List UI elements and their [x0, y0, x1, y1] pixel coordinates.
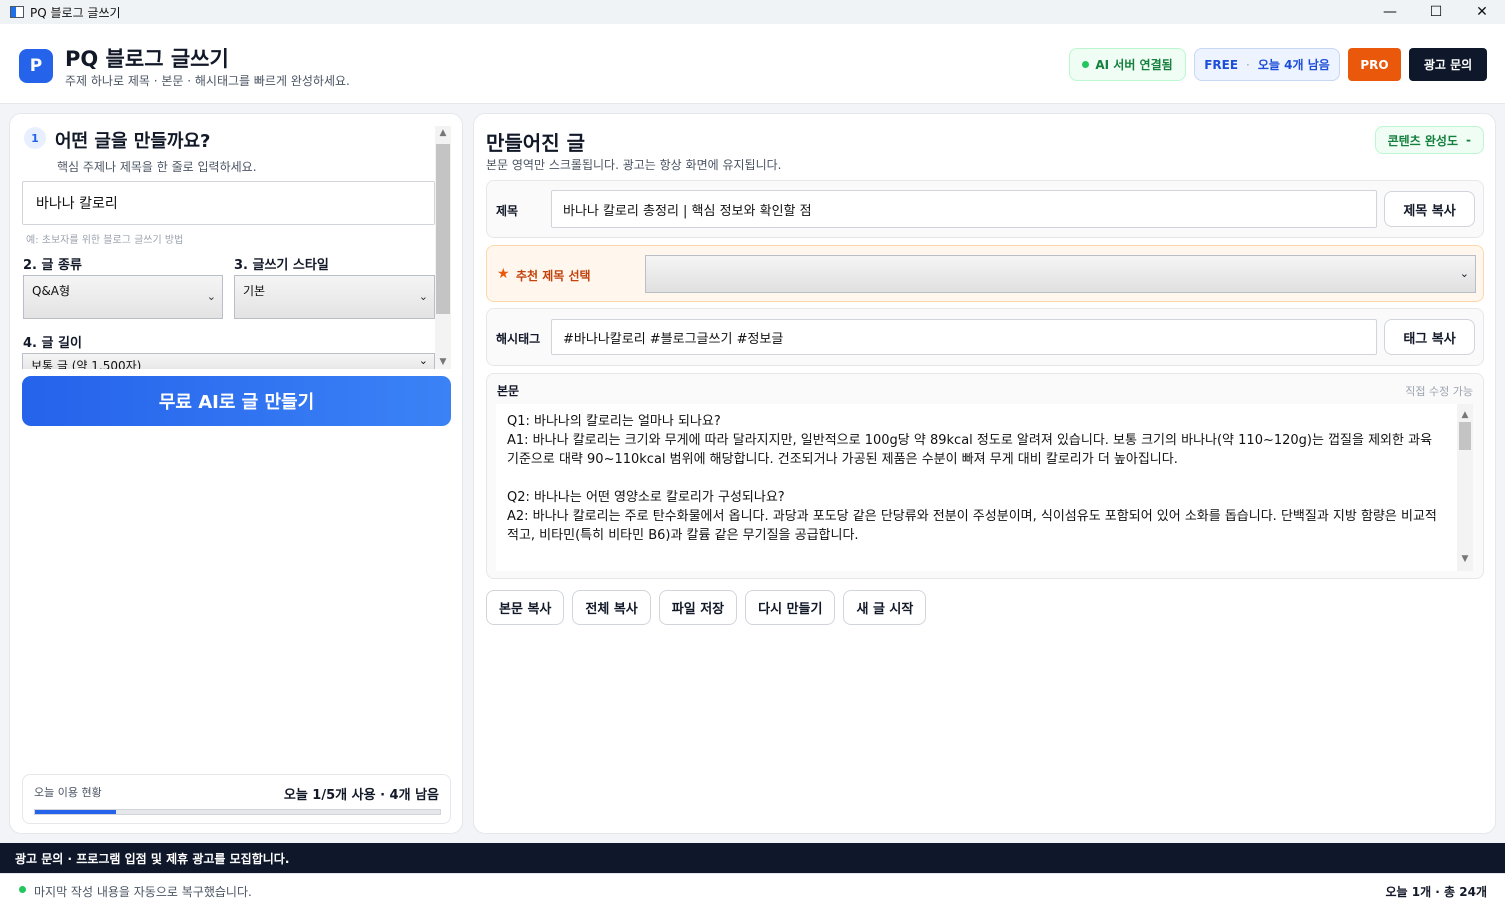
scrollbar-thumb[interactable]: [1459, 422, 1471, 450]
app-title: PQ 블로그 글쓰기: [65, 47, 229, 71]
new-post-button[interactable]: 새 글 시작: [843, 590, 927, 625]
remaining-today: 오늘 4개 남음: [1257, 58, 1330, 72]
options-subtitle: 핵심 주제나 제목을 한 줄로 입력하세요.: [57, 160, 257, 174]
body-textarea[interactable]: Q1: 바나나의 칼로리는 얼마나 되나요? A1: 바나나 칼로리는 크기와 …: [496, 404, 1473, 571]
options-scrollbar[interactable]: ▲ ▼: [435, 126, 451, 369]
app-header: P PQ 블로그 글쓰기 주제 하나로 제목 · 본문 · 해시태그를 빠르게 …: [0, 24, 1505, 104]
server-status-badge: AI 서버 연결됨: [1069, 48, 1186, 81]
scrollbar-thumb[interactable]: [436, 144, 450, 314]
result-panel: 만들어진 글 본문 영역만 스크롤됩니다. 광고는 항상 화면에 유지됩니다. …: [473, 113, 1496, 834]
hashtag-field[interactable]: #바나나칼로리 #블로그글쓰기 #정보글: [551, 319, 1377, 355]
scroll-up-icon[interactable]: ▲: [435, 128, 451, 138]
status-dot-icon: [1082, 61, 1090, 68]
step-badge: 1: [24, 127, 46, 149]
length-label: 4. 글 길이: [23, 336, 82, 351]
plan-separator: ·: [1246, 57, 1250, 72]
options-title: 어떤 글을 만들까요?: [55, 131, 211, 152]
body-line: [507, 469, 1445, 488]
maximize-icon[interactable]: ☐: [1413, 0, 1459, 24]
chevron-down-icon: ⌄: [206, 290, 216, 303]
app-window-icon: [10, 6, 24, 18]
title-field[interactable]: 바나나 칼로리 총정리 | 핵심 정보와 확인할 점: [551, 190, 1377, 228]
style-select[interactable]: 기본 ⌄: [234, 275, 435, 319]
status-dot-icon: [19, 886, 26, 893]
status-bar: 마지막 작성 내용을 자동으로 복구했습니다. 오늘 1개 · 총 24개: [0, 873, 1505, 905]
title-field-label: 제목: [496, 204, 519, 218]
chevron-down-icon: ⌄: [418, 354, 428, 367]
ad-inquiry-button[interactable]: 광고 문의: [1409, 48, 1487, 81]
window-titlebar: PQ 블로그 글쓰기 — ☐ ✕: [0, 0, 1505, 24]
title-row: 제목 바나나 칼로리 총정리 | 핵심 정보와 확인할 점 제목 복사: [486, 180, 1484, 238]
usage-card: 오늘 이용 현황 오늘 1/5개 사용 · 4개 남음: [22, 774, 451, 824]
body-hint: 직접 수정 가능: [1405, 385, 1473, 398]
chevron-down-icon: ⌄: [1459, 267, 1469, 280]
star-icon: ★: [497, 266, 510, 282]
hashtag-row: 해시태그 #바나나칼로리 #블로그글쓰기 #정보글 태그 복사: [486, 308, 1484, 366]
type-select-value: Q&A형: [32, 284, 71, 298]
body-section: 본문 직접 수정 가능 Q1: 바나나의 칼로리는 얼마나 되나요? A1: 바…: [486, 373, 1484, 579]
topic-input[interactable]: 바나나 칼로리: [22, 181, 435, 225]
regenerate-button[interactable]: 다시 만들기: [745, 590, 836, 625]
body-line: A1: 바나나 칼로리는 크기와 무게에 따라 달라지지만, 일반적으로 100…: [507, 433, 1433, 467]
action-buttons: 본문 복사 전체 복사 파일 저장 다시 만들기 새 글 시작: [486, 590, 927, 625]
completion-value: -: [1466, 133, 1471, 147]
minimize-icon[interactable]: —: [1367, 0, 1413, 24]
generate-button[interactable]: 무료 AI로 글 만들기: [22, 376, 451, 426]
app-subtitle: 주제 하나로 제목 · 본문 · 해시태그를 빠르게 완성하세요.: [65, 74, 350, 88]
recommended-title-label: 추천 제목 선택: [516, 269, 591, 283]
app-logo: P: [19, 49, 53, 83]
completion-badge: 콘텐츠 완성도 -: [1374, 126, 1484, 154]
scroll-down-icon[interactable]: ▼: [435, 357, 451, 367]
server-status-text: AI 서버 연결됨: [1095, 58, 1173, 72]
close-icon[interactable]: ✕: [1459, 0, 1505, 24]
hashtag-field-label: 해시태그: [496, 332, 541, 346]
plan-badge: FREE · 오늘 4개 남음: [1194, 48, 1340, 81]
body-line: Q2: 바나나는 어떤 영양소로 칼로리가 구성되나요?: [507, 490, 785, 505]
copy-title-button[interactable]: 제목 복사: [1384, 191, 1475, 227]
post-counts: 오늘 1개 · 총 24개: [1385, 885, 1487, 899]
scroll-down-icon[interactable]: ▼: [1457, 550, 1473, 569]
body-line: A2: 바나나 칼로리는 주로 탄수화물에서 옵니다. 과당과 포도당 같은 단…: [507, 509, 1437, 543]
body-line: Q1: 바나나의 칼로리는 얼마나 되나요?: [507, 414, 721, 429]
status-text: 마지막 작성 내용을 자동으로 복구했습니다.: [34, 885, 252, 899]
type-select[interactable]: Q&A형 ⌄: [23, 275, 223, 319]
usage-label: 오늘 이용 현황: [34, 786, 102, 799]
copy-body-button[interactable]: 본문 복사: [486, 590, 565, 625]
plan-name: FREE: [1204, 57, 1239, 72]
result-subtitle: 본문 영역만 스크롤됩니다. 광고는 항상 화면에 유지됩니다.: [486, 158, 782, 172]
save-file-button[interactable]: 파일 저장: [658, 590, 738, 625]
recommended-title-row: ★ 추천 제목 선택 ⌄: [486, 245, 1484, 302]
pro-button[interactable]: PRO: [1348, 48, 1401, 81]
length-select[interactable]: 보통 글 (약 1,500자) ⌄: [22, 353, 435, 369]
chevron-down-icon: ⌄: [418, 290, 428, 303]
body-scrollbar[interactable]: ▲ ▼: [1457, 404, 1473, 571]
style-label: 3. 글쓰기 스타일: [234, 258, 329, 273]
copy-all-button[interactable]: 전체 복사: [572, 590, 651, 625]
result-title: 만들어진 글: [486, 131, 585, 155]
body-label: 본문: [497, 384, 520, 398]
options-panel: 1 어떤 글을 만들까요? 핵심 주제나 제목을 한 줄로 입력하세요. 바나나…: [9, 113, 463, 834]
ad-banner[interactable]: 광고 문의 · 프로그램 입점 및 제휴 광고를 모집합니다.: [0, 843, 1505, 873]
completion-label: 콘텐츠 완성도: [1387, 133, 1459, 148]
copy-tags-button[interactable]: 태그 복사: [1384, 319, 1475, 355]
topic-hint: 예: 초보자를 위한 블로그 글쓰기 방법: [26, 235, 184, 246]
recommended-title-select[interactable]: ⌄: [645, 255, 1476, 293]
usage-count: 오늘 1/5개 사용 · 4개 남음: [283, 788, 439, 803]
type-label: 2. 글 종류: [23, 258, 82, 273]
length-select-value: 보통 글 (약 1,500자): [31, 359, 142, 369]
window-title: PQ 블로그 글쓰기: [30, 5, 121, 20]
style-select-value: 기본: [243, 284, 266, 298]
usage-progress-bar: [34, 809, 441, 815]
usage-progress-fill: [35, 810, 116, 814]
